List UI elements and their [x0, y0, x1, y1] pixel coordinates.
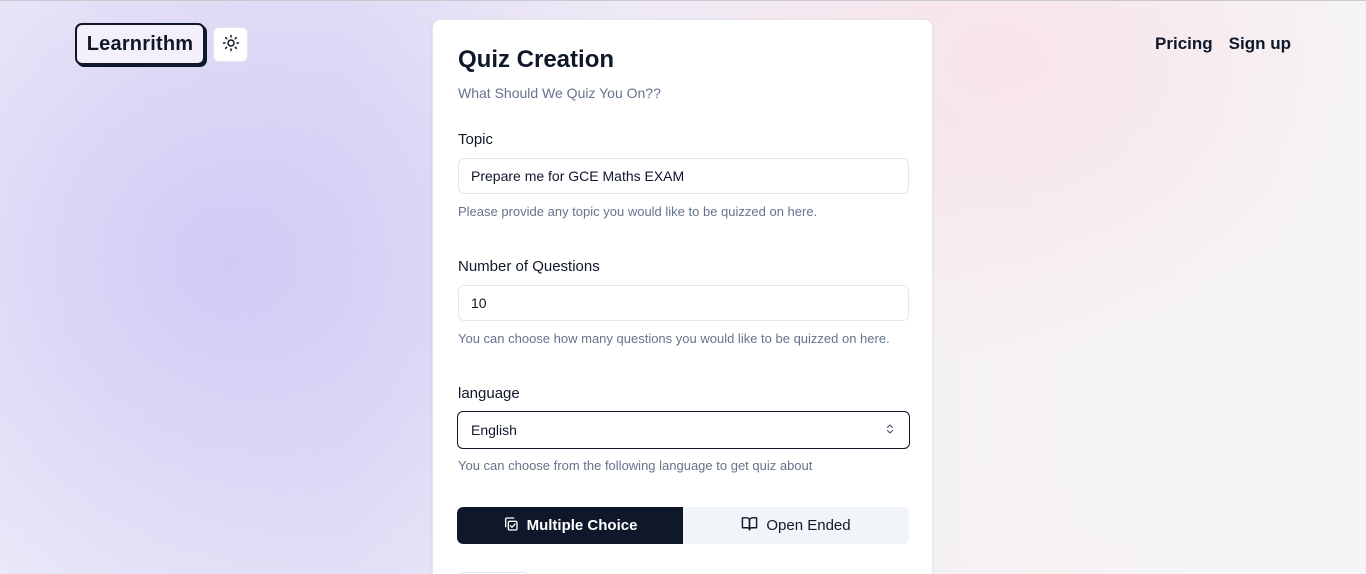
- questions-input[interactable]: [458, 285, 909, 321]
- quiz-creation-card: Quiz Creation What Should We Quiz You On…: [432, 19, 933, 574]
- sun-icon: [222, 34, 240, 55]
- nav-link-sign-up[interactable]: Sign up: [1229, 34, 1291, 54]
- language-select[interactable]: English: [457, 411, 910, 449]
- open-ended-label: Open Ended: [766, 517, 851, 534]
- questions-help-text: You can choose how many questions you wo…: [458, 331, 890, 346]
- topic-input[interactable]: [458, 158, 909, 194]
- book-open-icon: [741, 515, 758, 536]
- card-subtitle: What Should We Quiz You On??: [458, 85, 661, 101]
- card-title: Quiz Creation: [458, 46, 615, 73]
- multiple-choice-label: Multiple Choice: [526, 517, 638, 534]
- language-help-text: You can choose from the following langua…: [458, 458, 813, 473]
- topic-help-text: Please provide any topic you would like …: [458, 204, 818, 219]
- theme-toggle-button[interactable]: [213, 27, 248, 62]
- open-ended-button[interactable]: Open Ended: [683, 507, 909, 544]
- language-selected-value: English: [471, 422, 517, 438]
- chevron-up-down-icon: [884, 422, 896, 438]
- questions-label: Number of Questions: [458, 258, 600, 275]
- copy-check-icon: [503, 516, 519, 536]
- topic-label: Topic: [458, 131, 494, 148]
- nav-links: Pricing Sign up: [1155, 34, 1291, 54]
- logo[interactable]: Learnrithm: [75, 23, 205, 65]
- quiz-type-toggle: Multiple Choice Open Ended: [457, 507, 909, 544]
- language-label: language: [458, 385, 520, 402]
- multiple-choice-button[interactable]: Multiple Choice: [457, 507, 683, 544]
- nav-link-pricing[interactable]: Pricing: [1155, 34, 1213, 54]
